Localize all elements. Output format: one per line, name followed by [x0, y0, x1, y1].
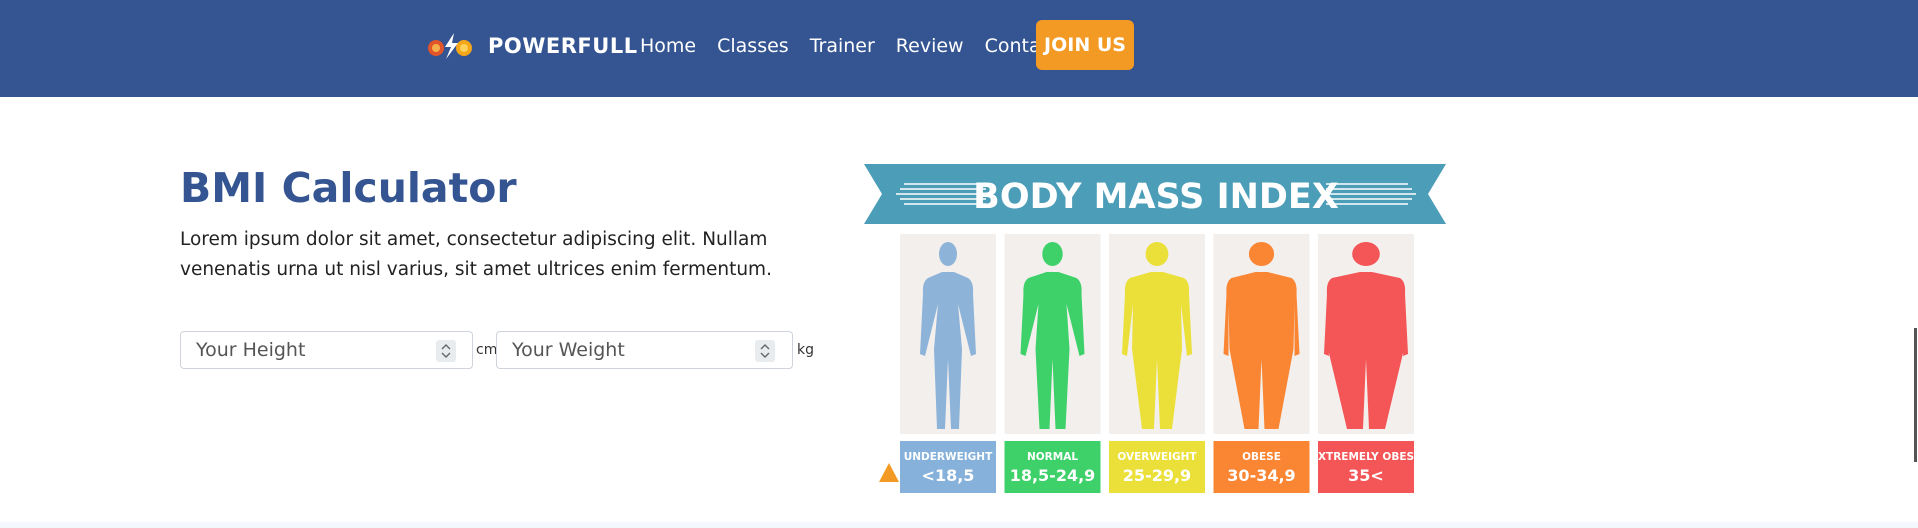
height-unit: cm	[476, 342, 498, 358]
bmi-chart-graphic: BODY MASS INDEX UNDERWEIGHT <18,5 NORMAL 18…	[864, 164, 1446, 493]
nav-trainer[interactable]: Trainer	[810, 35, 875, 57]
banner-title: BODY MASS INDEX	[973, 177, 1339, 217]
brand[interactable]: POWERFULL	[424, 28, 638, 64]
height-input[interactable]	[181, 332, 472, 368]
page-title: BMI Calculator	[180, 164, 517, 212]
category-range: 35<	[1348, 466, 1384, 485]
height-field	[180, 331, 473, 369]
bmi-category-2: NORMAL 18,5-24,9	[1004, 234, 1101, 493]
weight-unit: kg	[797, 342, 814, 358]
height-spinner-icon[interactable]	[436, 340, 456, 362]
join-us-button[interactable]: JOIN US	[1036, 20, 1134, 70]
bmi-category-4: OBESE 30-34,9	[1213, 234, 1310, 493]
bmi-category-5: EXTREMELY OBESE 35<	[1311, 234, 1421, 493]
weight-spinner-icon[interactable]	[755, 340, 775, 362]
weight-input[interactable]	[497, 332, 792, 368]
head-silhouette-icon	[1145, 242, 1169, 266]
bmi-category-3: OVERWEIGHT 25-29,9	[1109, 234, 1205, 493]
category-name: NORMAL	[1027, 451, 1078, 463]
bmi-category-1: UNDERWEIGHT <18,5	[900, 234, 996, 493]
category-range: 30-34,9	[1227, 466, 1295, 485]
category-name: UNDERWEIGHT	[904, 451, 993, 463]
head-silhouette-icon	[1248, 242, 1275, 266]
head-silhouette-icon	[1042, 242, 1063, 266]
main-nav: Home Classes Trainer Review Contact	[640, 28, 1080, 64]
category-name: OVERWEIGHT	[1117, 451, 1197, 463]
category-range: 25-29,9	[1123, 466, 1191, 485]
category-range: <18,5	[922, 466, 975, 485]
pointer-triangle-icon	[879, 463, 899, 482]
bmi-description: Lorem ipsum dolor sit amet, consectetur …	[180, 229, 772, 280]
brand-name: POWERFULL	[488, 34, 638, 58]
category-name: OBESE	[1242, 451, 1281, 463]
next-section-edge	[0, 522, 1918, 528]
nav-home[interactable]: Home	[640, 35, 696, 57]
navbar: POWERFULL Home Classes Trainer Review Co…	[0, 0, 1918, 97]
category-name: EXTREMELY OBESE	[1311, 451, 1421, 463]
nav-classes[interactable]: Classes	[717, 35, 789, 57]
head-silhouette-icon	[1352, 242, 1380, 266]
weight-field	[496, 331, 793, 369]
category-range: 18,5-24,9	[1010, 466, 1096, 485]
nav-review[interactable]: Review	[896, 35, 964, 57]
brand-logo-icon	[428, 33, 472, 59]
scrollbar-thumb[interactable]	[1914, 328, 1917, 462]
head-silhouette-icon	[939, 242, 957, 266]
